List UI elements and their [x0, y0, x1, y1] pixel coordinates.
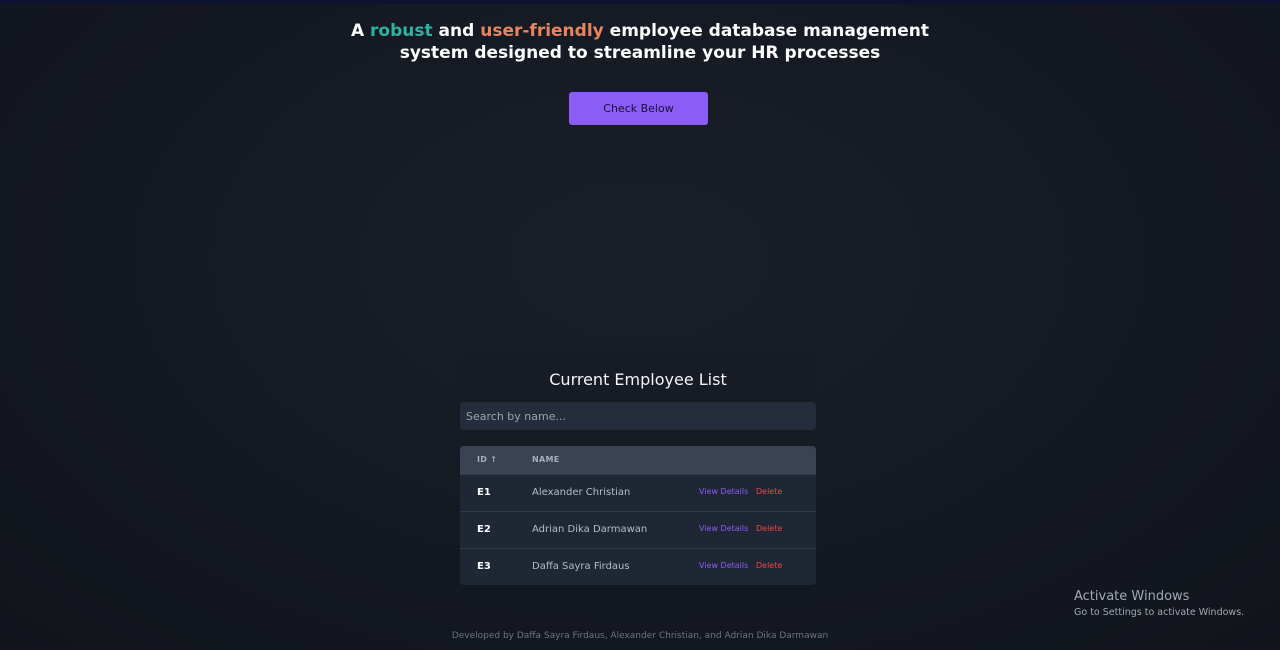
table-row: E3 Daffa Sayra Firdaus View Details Dele…	[460, 548, 816, 585]
search-input[interactable]	[460, 402, 816, 430]
headline-accent-robust: robust	[370, 21, 433, 41]
hero-headline: A robust and user-friendly employee data…	[0, 20, 1280, 64]
delete-link[interactable]: Delete	[756, 549, 782, 585]
delete-link[interactable]: Delete	[756, 475, 782, 511]
employee-list-title: Current Employee List	[549, 370, 727, 389]
employee-id: E3	[477, 561, 491, 572]
table-row: E2 Adrian Dika Darmawan View Details Del…	[460, 511, 816, 548]
headline-prefix: A	[350, 21, 371, 41]
footer-credits: Developed by Daffa Sayra Firdaus, Alexan…	[451, 631, 829, 641]
hero-headline-line-1: A robust and user-friendly employee data…	[0, 20, 1280, 42]
hero-headline-line-2: system designed to streamline your HR pr…	[399, 43, 881, 63]
activate-windows-title: Activate Windows	[1074, 589, 1190, 604]
windows-activation-watermark: Activate Windows Go to Settings to activ…	[1074, 589, 1244, 620]
view-details-link[interactable]: View Details	[699, 475, 748, 511]
employee-list-card: Current Employee List ID ↑ NAME E1 Alexa…	[460, 352, 816, 585]
delete-link[interactable]: Delete	[756, 512, 782, 548]
employee-name: Daffa Sayra Firdaus	[532, 561, 630, 572]
activate-windows-subtitle: Go to Settings to activate Windows.	[1074, 607, 1245, 618]
check-below-button[interactable]: Check Below	[569, 92, 708, 125]
employee-id: E2	[477, 524, 491, 535]
employee-table: ID ↑ NAME E1 Alexander Christian View De…	[460, 446, 816, 585]
page: A robust and user-friendly employee data…	[0, 0, 1280, 650]
employee-name: Alexander Christian	[532, 487, 631, 498]
headline-rest: employee database management	[603, 21, 930, 41]
column-header-name[interactable]: NAME	[532, 446, 560, 474]
table-row: E1 Alexander Christian View Details Dele…	[460, 474, 816, 511]
table-header: ID ↑ NAME	[460, 446, 816, 474]
employee-name: Adrian Dika Darmawan	[532, 524, 648, 535]
headline-joiner: and	[432, 21, 481, 41]
top-accent-strip	[0, 0, 1280, 4]
employee-id: E1	[477, 487, 491, 498]
view-details-link[interactable]: View Details	[699, 549, 748, 585]
headline-accent-user-friendly: user-friendly	[480, 21, 604, 41]
column-header-id[interactable]: ID ↑	[477, 446, 497, 474]
view-details-link[interactable]: View Details	[699, 512, 748, 548]
